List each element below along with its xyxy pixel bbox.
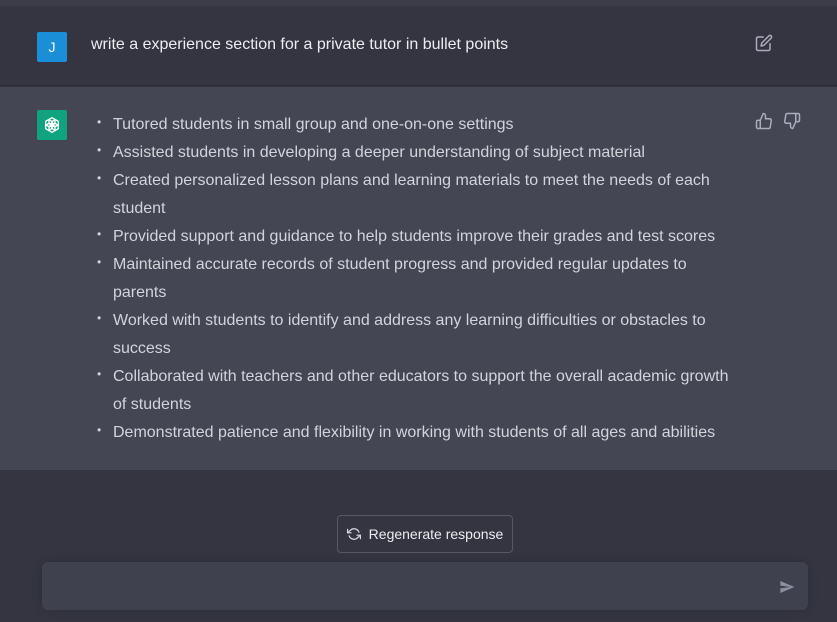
thumbs-up-icon[interactable] (755, 112, 773, 130)
edit-icon[interactable] (755, 34, 773, 52)
openai-logo-icon (44, 117, 60, 133)
list-item: • Maintained accurate records of student … (96, 251, 741, 307)
list-item-text: Collaborated with teachers and other edu… (113, 368, 729, 413)
bullet-icon: • (97, 423, 102, 437)
bullet-icon: • (97, 311, 102, 325)
list-item: • Worked with students to identify and ad… (96, 307, 741, 363)
bullet-icon: • (97, 171, 102, 185)
list-item: • Created personalized lesson plans and l… (96, 167, 741, 223)
list-item: • Tutored students in small group and one… (96, 111, 741, 139)
message-input[interactable] (56, 576, 756, 598)
list-item-text: Assisted students in developing a deeper… (113, 144, 645, 161)
bullet-icon: • (97, 367, 102, 381)
bot-avatar (37, 110, 67, 140)
list-item-text: Provided support and guidance to help st… (113, 228, 716, 245)
list-item: • Provided support and guidance to help s… (96, 223, 741, 251)
refresh-icon (346, 528, 361, 540)
bullet-icon: • (97, 227, 102, 241)
list-item: • Demonstrated patience and flexibility i… (96, 419, 741, 447)
user-message-row: J write a experience section for a priva… (0, 6, 837, 86)
thumbs-down-icon[interactable] (783, 112, 801, 130)
bullet-icon: • (97, 143, 102, 157)
assistant-message-row: • Tutored students in small group and one… (0, 87, 837, 470)
bullet-icon: • (97, 115, 102, 129)
regenerate-response-button[interactable]: Regenerate response (337, 515, 513, 553)
send-icon[interactable] (779, 579, 795, 595)
list-item-text: Demonstrated patience and flexibility in… (113, 424, 716, 441)
list-item: • Collaborated with teachers and other ed… (96, 363, 741, 419)
regenerate-response-label: Regenerate response (368, 526, 504, 542)
user-message-text: write a experience section for a private… (91, 36, 509, 53)
list-item: • Assisted students in developing a deepe… (96, 139, 741, 167)
list-item-text: Created personalized lesson plans and le… (113, 172, 710, 217)
message-composer (42, 562, 808, 610)
user-avatar: J (37, 32, 67, 62)
bullet-icon: • (97, 255, 102, 269)
response-bullet-list: • Tutored students in small group and one… (96, 111, 741, 447)
list-item-text: Maintained accurate records of student p… (113, 256, 687, 301)
list-item-text: Worked with students to identify and add… (113, 312, 706, 357)
list-item-text: Tutored students in small group and one-… (113, 116, 514, 133)
